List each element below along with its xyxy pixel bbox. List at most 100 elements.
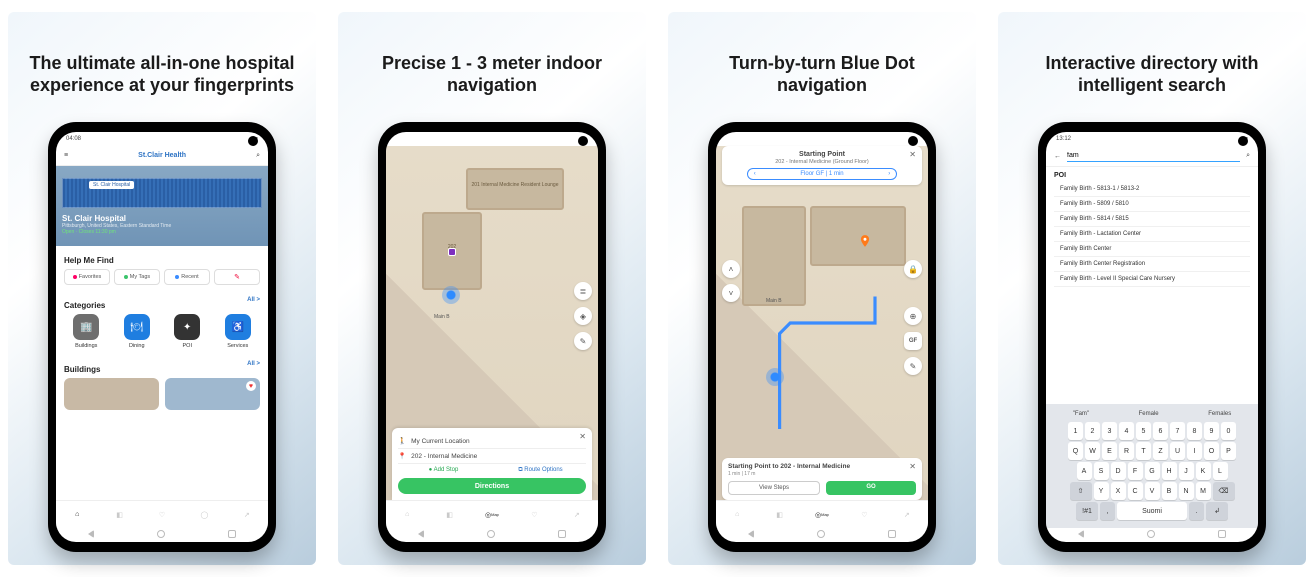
key[interactable]: X — [1111, 482, 1126, 500]
to-field[interactable]: 202 - Internal Medicine — [411, 453, 477, 460]
key[interactable]: 3 — [1102, 422, 1117, 440]
suggestion[interactable]: Females — [1208, 411, 1231, 417]
key[interactable]: I — [1187, 442, 1202, 460]
view-steps-button[interactable]: View Steps — [728, 481, 820, 495]
map-room[interactable]: 201 Internal Medicine Resident Lounge — [466, 168, 564, 210]
key[interactable]: S — [1094, 462, 1109, 480]
key[interactable]: Y — [1094, 482, 1109, 500]
key[interactable]: 2 — [1085, 422, 1100, 440]
chip-mytags[interactable]: My Tags — [114, 269, 160, 285]
key-dot[interactable]: . — [1189, 502, 1204, 520]
floor-chip[interactable]: GF — [904, 332, 922, 350]
list-item[interactable]: Family Birth Center — [1054, 242, 1250, 257]
tab-home[interactable]: ⌂ — [70, 508, 84, 522]
back-icon[interactable]: ← — [1054, 153, 1061, 160]
key[interactable]: E — [1102, 442, 1117, 460]
key-comma[interactable]: , — [1100, 502, 1115, 520]
key[interactable]: Q — [1068, 442, 1083, 460]
down-button[interactable]: ˅ — [722, 284, 740, 302]
tab-map[interactable]: ◎Map — [485, 508, 499, 522]
menu-icon[interactable]: ≡ — [64, 152, 68, 159]
key[interactable]: 5 — [1136, 422, 1151, 440]
key[interactable]: 6 — [1153, 422, 1168, 440]
compass-button[interactable]: ⊕ — [904, 307, 922, 325]
list-item[interactable]: Family Birth - Level II Special Care Nur… — [1054, 272, 1250, 287]
key[interactable]: G — [1145, 462, 1160, 480]
search-input[interactable] — [1067, 150, 1240, 162]
search-icon[interactable]: ⌕ — [256, 152, 260, 160]
key[interactable]: 9 — [1204, 422, 1219, 440]
tab-4[interactable]: ◯ — [197, 508, 211, 522]
key[interactable]: O — [1204, 442, 1219, 460]
categories-all[interactable]: All > — [247, 297, 260, 303]
building-card[interactable]: ♥ — [165, 378, 260, 410]
heart-icon[interactable]: ♥ — [246, 381, 256, 391]
tab-4[interactable]: ♡ — [857, 508, 871, 522]
key[interactable]: P — [1221, 442, 1236, 460]
key[interactable]: Z — [1153, 442, 1168, 460]
add-stop[interactable]: ● Add Stop — [398, 467, 489, 474]
tab-5[interactable]: ↗ — [240, 508, 254, 522]
tab-home[interactable]: ⌂ — [730, 508, 744, 522]
list-item[interactable]: Family Birth Center Registration — [1054, 257, 1250, 272]
close-icon[interactable]: ✕ — [909, 462, 916, 471]
tab-3[interactable]: ♡ — [155, 508, 169, 522]
key[interactable]: N — [1179, 482, 1194, 500]
chip-tools[interactable]: ✎ — [214, 269, 260, 285]
key[interactable]: H — [1162, 462, 1177, 480]
key[interactable]: 8 — [1187, 422, 1202, 440]
tab-5[interactable]: ↗ — [570, 508, 584, 522]
close-icon[interactable]: ✕ — [579, 432, 586, 441]
key[interactable]: R — [1119, 442, 1134, 460]
cat-buildings[interactable]: 🏢Buildings — [64, 314, 109, 349]
from-field[interactable]: My Current Location — [411, 438, 470, 445]
key[interactable]: C — [1128, 482, 1143, 500]
key[interactable]: 1 — [1068, 422, 1083, 440]
building-card[interactable] — [64, 378, 159, 410]
route-options[interactable]: ⧉ Route Options — [495, 467, 586, 474]
buildings-all[interactable]: All > — [247, 361, 260, 367]
search-icon[interactable]: ⌕ — [1246, 152, 1250, 160]
tab-2[interactable]: ◧ — [773, 508, 787, 522]
tab-home[interactable]: ⌂ — [400, 508, 414, 522]
key[interactable]: V — [1145, 482, 1160, 500]
key[interactable]: D — [1111, 462, 1126, 480]
suggestion[interactable]: Female — [1139, 411, 1159, 417]
key[interactable]: L — [1213, 462, 1228, 480]
chip-favorites[interactable]: Favorites — [64, 269, 110, 285]
key[interactable]: 0 — [1221, 422, 1236, 440]
key-space[interactable]: Suomi — [1117, 502, 1187, 520]
key[interactable]: B — [1162, 482, 1177, 500]
directions-button[interactable]: Directions — [398, 478, 586, 494]
suggestion[interactable]: "Fam" — [1073, 411, 1089, 417]
layers-button[interactable]: ◈ — [574, 307, 592, 325]
key[interactable]: 4 — [1119, 422, 1134, 440]
edit-button[interactable]: ✎ — [904, 357, 922, 375]
cat-poi[interactable]: ✦POI — [165, 314, 210, 349]
key[interactable]: U — [1170, 442, 1185, 460]
chip-recent[interactable]: Recent — [164, 269, 210, 285]
cat-services[interactable]: ♿Services — [216, 314, 261, 349]
key[interactable]: J — [1179, 462, 1194, 480]
up-button[interactable]: ˄ — [722, 260, 740, 278]
indoor-map[interactable]: Main B — [716, 146, 928, 500]
poi-marker-icon[interactable] — [448, 248, 456, 256]
key[interactable]: M — [1196, 482, 1211, 500]
tab-2[interactable]: ◧ — [443, 508, 457, 522]
floor-picker[interactable]: ‹ Floor GF | 1 min › — [747, 168, 897, 180]
list-item[interactable]: Family Birth - Lactation Center — [1054, 227, 1250, 242]
go-button[interactable]: GO — [826, 481, 916, 495]
key[interactable]: W — [1085, 442, 1100, 460]
floors-button[interactable]: ≣ — [574, 282, 592, 300]
lock-button[interactable]: 🔒 — [904, 260, 922, 278]
list-item[interactable]: Family Birth - 5813-1 / 5813-2 — [1054, 182, 1250, 197]
cat-dining[interactable]: 🍽Dining — [115, 314, 160, 349]
tab-2[interactable]: ◧ — [113, 508, 127, 522]
key[interactable]: 7 — [1170, 422, 1185, 440]
tab-4[interactable]: ♡ — [527, 508, 541, 522]
key[interactable]: T — [1136, 442, 1151, 460]
key-sym[interactable]: !#1 — [1076, 502, 1098, 520]
key-enter[interactable]: ↲ — [1206, 502, 1228, 520]
key-backspace[interactable]: ⌫ — [1213, 482, 1235, 500]
tab-5[interactable]: ↗ — [900, 508, 914, 522]
